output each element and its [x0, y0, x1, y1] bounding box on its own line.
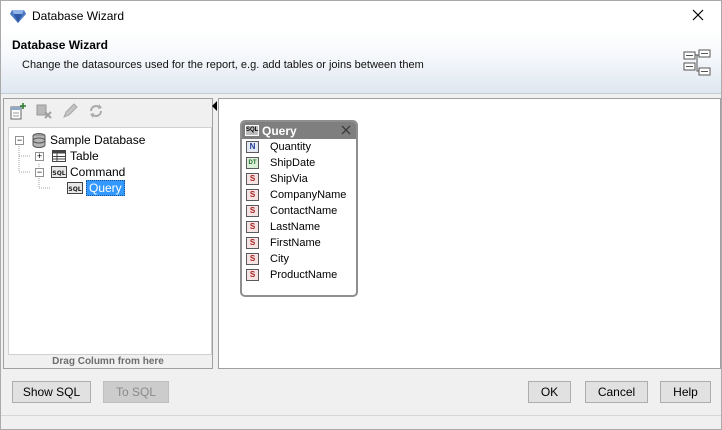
tree-node-query[interactable]: SQL Query [67, 180, 125, 196]
string-type-icon: S [246, 269, 259, 281]
app-gem-icon [10, 9, 26, 23]
ok-button[interactable]: OK [528, 381, 571, 403]
to-sql-button[interactable]: To SQL [103, 381, 169, 403]
hierarchy-icon [683, 49, 711, 77]
query-design-canvas[interactable]: SQL Query N Quantity DT ShipDate S ShipVia … [218, 98, 721, 369]
field-name: ShipVia [270, 173, 308, 185]
numeric-type-icon: N [246, 141, 259, 153]
window-title: Database Wizard [32, 9, 125, 23]
field-row[interactable]: S ShipVia [242, 171, 356, 187]
string-type-icon: S [246, 253, 259, 265]
field-name: CompanyName [270, 189, 347, 201]
field-name: ProductName [270, 269, 338, 281]
string-type-icon: S [246, 173, 259, 185]
field-name: ShipDate [270, 157, 316, 169]
tree-expander-root[interactable]: − [15, 136, 24, 145]
field-row[interactable]: N Quantity [242, 139, 356, 155]
field-row[interactable]: S FirstName [242, 235, 356, 251]
refresh-datasource-button[interactable] [87, 103, 105, 121]
database-wizard-window: Database Wizard Database Wizard Change t… [0, 0, 722, 430]
status-bar [1, 415, 721, 430]
close-icon [692, 9, 704, 24]
close-button[interactable] [675, 1, 721, 31]
sql-icon: SQL [51, 164, 67, 180]
database-icon [31, 132, 47, 148]
svg-text:SQL: SQL [68, 186, 81, 193]
field-name: LastName [270, 221, 321, 233]
collapse-arrow-icon[interactable] [212, 100, 217, 111]
sql-icon: SQL [245, 125, 259, 136]
datetime-type-icon: DT [246, 157, 259, 169]
field-row[interactable]: DT ShipDate [242, 155, 356, 171]
field-row[interactable]: S City [242, 251, 356, 267]
string-type-icon: S [246, 205, 259, 217]
svg-text:SQL: SQL [52, 170, 65, 177]
tree-node-table[interactable]: Table [51, 148, 99, 164]
banner-heading: Database Wizard [12, 38, 108, 52]
datasource-toolbar [4, 99, 212, 126]
field-row[interactable]: S ProductName [242, 267, 356, 283]
table-grid-icon [51, 148, 67, 164]
tree-expander-command[interactable]: − [35, 168, 44, 177]
query-table-title: Query [262, 123, 297, 138]
tree-node-command[interactable]: SQL Command [51, 164, 125, 180]
string-type-icon: S [246, 189, 259, 201]
dialog-footer: Show SQL To SQL OK Cancel Help [1, 371, 721, 415]
add-datasource-button[interactable] [9, 102, 27, 123]
title-bar: Database Wizard [1, 1, 721, 31]
string-type-icon: S [246, 221, 259, 233]
query-table-box[interactable]: SQL Query N Quantity DT ShipDate S ShipVia … [240, 120, 358, 297]
tree-expander-table[interactable]: + [35, 152, 44, 161]
cancel-button[interactable]: Cancel [585, 381, 648, 403]
field-name: FirstName [270, 237, 321, 249]
edit-pencil-icon [61, 102, 79, 123]
tree-node-label-selected: Query [86, 180, 125, 196]
refresh-icon [87, 102, 105, 123]
delete-datasource-button[interactable] [35, 103, 53, 121]
banner-description: Change the datasources used for the repo… [22, 59, 424, 71]
datasource-tree: − Sample Database + Table − SQL Command [8, 127, 212, 355]
field-name: City [270, 253, 289, 265]
field-name: ContactName [270, 205, 338, 217]
add-datasource-icon [9, 102, 27, 123]
show-sql-button[interactable]: Show SQL [12, 381, 91, 403]
delete-icon [35, 102, 53, 123]
query-field-list: N Quantity DT ShipDate S ShipVia S CompanyNa… [242, 139, 356, 283]
field-row[interactable]: S ContactName [242, 203, 356, 219]
tree-node-label: Sample Database [50, 133, 146, 147]
field-row[interactable]: S LastName [242, 219, 356, 235]
help-button[interactable]: Help [660, 381, 711, 403]
tree-node-label: Table [70, 149, 99, 163]
tree-node-label: Command [70, 165, 126, 179]
field-name: Quantity [270, 141, 311, 153]
close-table-icon[interactable] [340, 123, 352, 137]
drag-column-hint: Drag Column from here [52, 356, 164, 367]
field-row[interactable]: S CompanyName [242, 187, 356, 203]
edit-datasource-button[interactable] [61, 102, 79, 123]
sql-icon: SQL [67, 180, 83, 196]
tree-node-sample-database[interactable]: Sample Database [31, 132, 145, 148]
string-type-icon: S [246, 237, 259, 249]
query-table-header[interactable]: SQL Query [242, 122, 356, 139]
header-banner: Database Wizard Change the datasources u… [1, 31, 721, 94]
datasource-panel: − Sample Database + Table − SQL Command [3, 98, 213, 369]
